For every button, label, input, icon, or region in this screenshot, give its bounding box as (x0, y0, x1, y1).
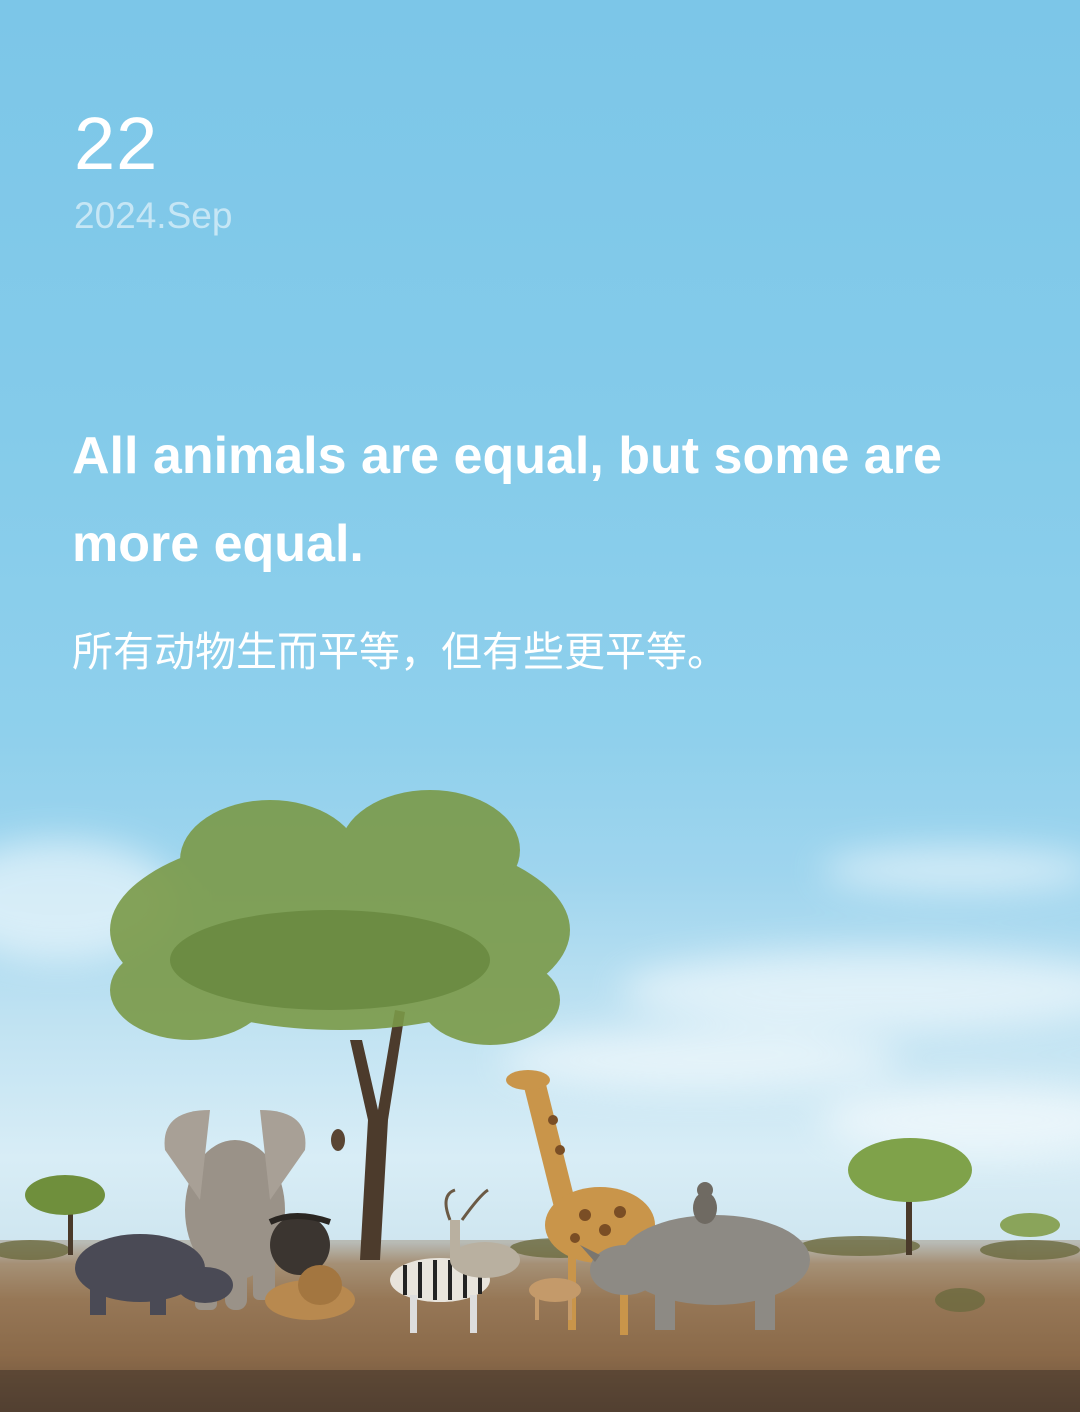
kudu (444, 1188, 520, 1278)
eagle (331, 1129, 345, 1151)
savanna-illustration (0, 790, 1080, 1412)
monkey (693, 1182, 717, 1224)
acacia-tree (110, 790, 570, 1260)
